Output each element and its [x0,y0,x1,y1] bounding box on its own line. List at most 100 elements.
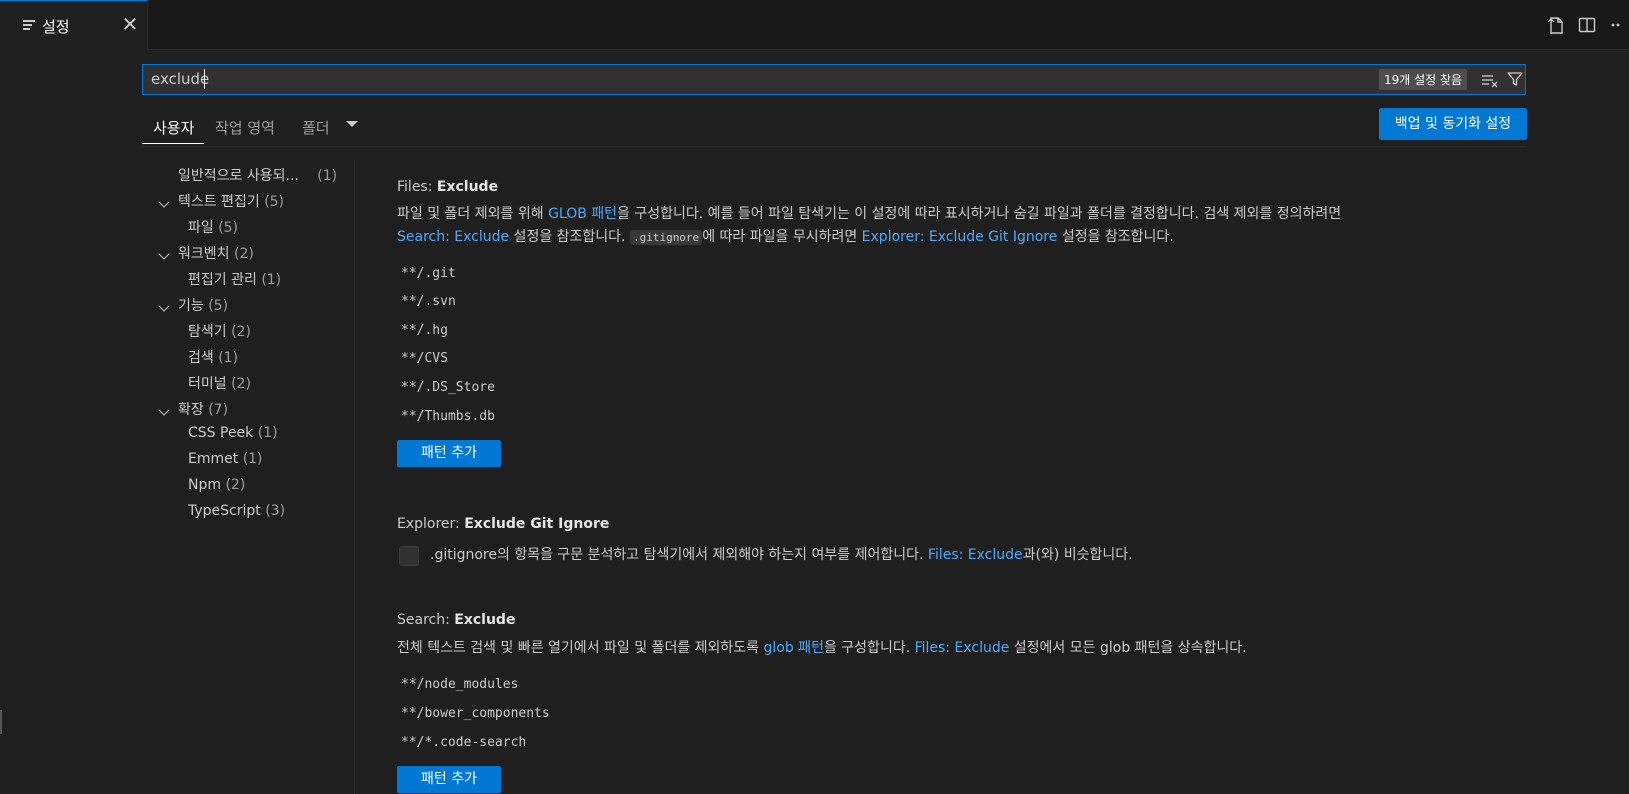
toc-count: (2) [233,246,254,262]
open-settings-json-icon[interactable] [1545,14,1567,36]
toc-item-css-peek[interactable]: CSS Peek (1) [188,425,278,441]
sash[interactable] [0,710,2,734]
toc-label: 일반적으로 사용되... [178,168,299,184]
setting-name: Exclude [454,612,516,628]
chevron-down-icon[interactable] [158,300,170,312]
setting-description: 전체 텍스트 검색 및 빠른 열기에서 파일 및 폴더를 제외하도록 glob … [397,637,1527,660]
toc-label: 탐색기 [188,324,227,340]
pattern-item[interactable]: **/CVS [401,351,448,366]
pattern-item[interactable]: **/bower_components [401,706,550,721]
toc-label: 터미널 [188,376,227,392]
add-pattern-button[interactable]: 패턴 추가 [397,766,501,793]
toc-item-files[interactable]: 파일 (5) [188,217,238,237]
pattern-item[interactable]: **/.DS_Store [401,380,495,395]
desc-text: 설정을 참조합니다. [1057,229,1174,245]
tab-folder[interactable]: 폴더 [302,117,330,138]
split-editor-icon[interactable] [1576,14,1598,36]
toc-item-npm[interactable]: Npm (2) [188,477,245,493]
desc-text: 에 따라 파일을 무시하려면 [702,229,862,245]
toc-item-commonly-used[interactable]: 일반적으로 사용되... (1) [178,165,337,185]
toc-item-features[interactable]: 기능 (5) [178,295,228,315]
files-exclude-link[interactable]: Files: Exclude [928,547,1023,563]
search-exclude-link[interactable]: Search: Exclude [397,229,509,245]
toc-item-explorer[interactable]: 탐색기 (2) [188,321,251,341]
toc-count: (5) [218,220,239,236]
setting-title-files-exclude: Files: Exclude [397,179,498,195]
tab-user[interactable]: 사용자 [153,117,194,138]
backup-sync-button[interactable]: 백업 및 동기화 설정 [1379,108,1527,140]
editor-tab-bar [0,0,1629,50]
desc-text: .gitignore의 항목을 구문 분석하고 탐색기에서 제외해야 하는지 여… [430,547,928,563]
inline-code: .gitignore [629,230,703,245]
tab-settings[interactable]: 설정 ✕ [0,0,148,50]
toc-label: 확장 [178,402,204,418]
toc-count: (2) [231,324,251,340]
toc-count: (7) [208,402,229,418]
explorer-git-ignore-link[interactable]: Explorer: Exclude Git Ignore [862,229,1058,245]
setting-description: 파일 및 폴더 제외를 위해 GLOB 패턴을 구성합니다. 예를 들어 파일 … [397,203,1527,226]
toc-count: (1) [261,272,282,288]
toc-item-search[interactable]: 검색 (1) [188,347,238,367]
toc-count: (2) [225,477,246,493]
toc-item-emmet[interactable]: Emmet (1) [188,451,263,467]
toc-label: 파일 [188,220,214,236]
close-icon[interactable]: ✕ [121,13,139,35]
setting-category: Explorer: [397,516,465,532]
toc-item-editor-management[interactable]: 편집기 관리 (1) [188,269,281,289]
setting-category: Files: [397,179,437,195]
desc-text: 을 구성합니다. [823,640,915,656]
setting-name: Exclude [436,179,499,195]
filter-icon[interactable] [1506,70,1524,88]
files-exclude-link[interactable]: Files: Exclude [915,640,1010,656]
toc-item-extensions[interactable]: 확장 (7) [178,399,228,419]
toc-label: 기능 [178,298,204,314]
desc-text: 과(와) 비슷합니다. [1022,547,1133,563]
pattern-item[interactable]: **/*.code-search [401,735,526,750]
active-tab-indicator [142,143,204,144]
toc-item-typescript[interactable]: TypeScript (3) [188,503,285,519]
settings-search-input[interactable]: exclude 19개 설정 찾음 [142,64,1526,95]
setting-description: .gitignore의 항목을 구문 분석하고 탐색기에서 제외해야 하는지 여… [430,544,1530,567]
header-divider [142,146,1526,147]
pattern-item[interactable]: **/Thumbs.db [401,409,495,424]
desc-text: 파일 및 폴더 제외를 위해 [397,206,549,222]
toc-item-workbench[interactable]: 워크벤치 (2) [178,243,254,263]
settings-editor-icon [23,20,35,30]
pattern-item[interactable]: **/.hg [401,323,448,338]
toc-item-text-editor[interactable]: 텍스트 편집기 (5) [178,191,284,211]
chevron-down-icon[interactable] [158,248,170,260]
toc-count: (3) [265,503,286,519]
pattern-item[interactable]: **/.svn [401,294,456,309]
toc-label: TypeScript [188,503,261,519]
folder-dropdown-icon[interactable] [346,121,358,127]
tab-workspace[interactable]: 작업 영역 [215,117,275,138]
add-pattern-button[interactable]: 패턴 추가 [397,440,501,467]
tab-label: 설정 [42,18,70,36]
glob-pattern-link[interactable]: GLOB 패턴 [548,206,617,222]
desc-text: 을 구성합니다. 예를 들어 파일 탐색기는 이 설정에 따라 표시하거나 숨길… [617,206,1342,222]
toc-label: CSS Peek [188,425,254,441]
clear-filter-icon[interactable] [1481,71,1499,89]
toc-label: 검색 [188,350,214,366]
chevron-down-icon[interactable] [158,404,170,416]
toc-count: (1) [242,451,263,467]
desc-text: 전체 텍스트 검색 및 빠른 열기에서 파일 및 폴더를 제외하도록 [397,640,764,656]
chevron-down-icon[interactable] [158,196,170,208]
desc-text: 설정에서 모든 glob 패턴을 상속합니다. [1009,640,1247,656]
toc-count: (2) [231,376,251,392]
result-count-badge: 19개 설정 찾음 [1379,69,1468,90]
exclude-git-ignore-checkbox[interactable] [399,546,419,566]
toc-count: (1) [257,425,278,441]
toc-label: Npm [188,477,221,493]
setting-title-explorer-exclude-git-ignore: Explorer: Exclude Git Ignore [397,516,609,532]
toc-label: 편집기 관리 [188,272,257,288]
text-caret [204,69,205,89]
glob-pattern-link[interactable]: glob 패턴 [764,640,824,656]
toc-label: Emmet [188,451,239,467]
pattern-item[interactable]: **/.git [401,266,456,281]
toc-count: (1) [218,350,239,366]
more-actions-icon[interactable] [1606,14,1620,36]
toc-item-terminal[interactable]: 터미널 (2) [188,373,251,393]
pattern-item[interactable]: **/node_modules [401,677,518,692]
search-query[interactable]: exclude [151,70,209,88]
